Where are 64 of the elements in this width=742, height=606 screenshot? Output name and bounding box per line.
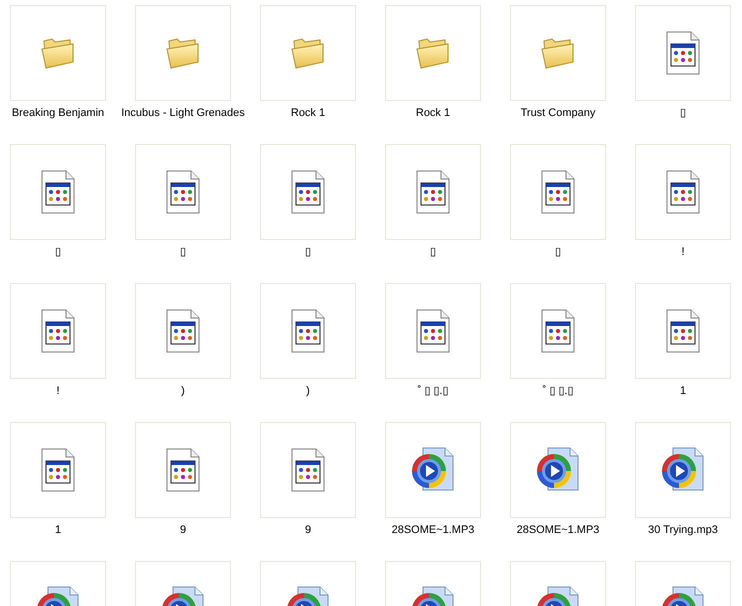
thumbnail-tile[interactable] <box>635 5 731 101</box>
thumbnail-tile[interactable] <box>385 5 481 101</box>
file-name: 28SOME~1.MP3 <box>516 524 600 537</box>
file-name: Breaking Benjamin <box>12 107 104 120</box>
thumbnail-tile[interactable] <box>10 283 106 379</box>
file-name: 30 Trying.mp3 <box>648 524 718 537</box>
application-file-icon <box>165 170 201 214</box>
application-file-icon <box>665 309 701 353</box>
thumbnail-tile[interactable] <box>385 144 481 240</box>
application-file-icon <box>665 31 701 75</box>
application-file-icon <box>415 309 451 353</box>
thumbnail-tile[interactable] <box>510 283 606 379</box>
file-name: Incubus - Light Grenades <box>121 107 245 120</box>
file-name: ˚ ▯ ▯.▯ <box>418 385 448 398</box>
thumbnail-tile[interactable] <box>510 422 606 518</box>
file-name: ! <box>56 385 60 398</box>
thumbnail-tile[interactable] <box>260 422 356 518</box>
application-file-icon <box>540 170 576 214</box>
file-name: Rock 1 <box>416 107 450 120</box>
thumbnail-tile[interactable] <box>135 422 231 518</box>
file-name: Rock 1 <box>290 107 326 120</box>
thumbnail-tile[interactable] <box>510 144 606 240</box>
file-name: ▯ <box>305 246 311 259</box>
file-name: ˚ ▯ ▯.▯ <box>542 385 574 398</box>
thumbnail-tile[interactable] <box>10 422 106 518</box>
file-name: 1 <box>680 385 686 398</box>
application-file-icon <box>40 309 76 353</box>
thumbnail-tile[interactable] <box>635 422 731 518</box>
thumbnail-tile[interactable] <box>10 5 106 101</box>
application-file-icon <box>540 309 576 353</box>
file-name: ▯ <box>555 246 561 259</box>
file-name: 28SOME~1.MP3 <box>392 524 474 537</box>
file-name: ▯ <box>180 246 186 259</box>
file-name: ▯ <box>680 107 686 120</box>
thumbnail-tile[interactable] <box>10 144 106 240</box>
thumbnail-tile[interactable] <box>385 283 481 379</box>
application-file-icon <box>415 170 451 214</box>
application-file-icon <box>40 170 76 214</box>
file-name: 1 <box>54 524 62 537</box>
thumbnail-tile[interactable] <box>635 283 731 379</box>
application-file-icon <box>290 448 326 492</box>
file-name: 9 <box>304 524 312 537</box>
thumbnail-tile[interactable] <box>385 422 481 518</box>
thumbnail-tile[interactable] <box>135 283 231 379</box>
file-name: ) <box>306 385 310 398</box>
thumbnail-tile[interactable] <box>635 144 731 240</box>
file-name: Trust Company <box>520 107 596 120</box>
application-file-icon <box>665 170 701 214</box>
file-name: ▯ <box>55 246 61 259</box>
thumbnail-tile[interactable] <box>260 5 356 101</box>
file-name: ) <box>181 385 185 398</box>
application-file-icon <box>165 448 201 492</box>
thumbnail-tile[interactable] <box>510 5 606 101</box>
thumbnail-tile[interactable] <box>260 144 356 240</box>
application-file-icon <box>290 170 326 214</box>
thumbnail-tile[interactable] <box>135 5 231 101</box>
thumbnail-tile[interactable] <box>260 283 356 379</box>
application-file-icon <box>165 309 201 353</box>
thumbnail-tile[interactable] <box>135 144 231 240</box>
application-file-icon <box>40 448 76 492</box>
file-name: 9 <box>180 524 186 537</box>
file-name: ! <box>681 246 685 259</box>
file-name: ▯ <box>430 246 436 259</box>
application-file-icon <box>290 309 326 353</box>
